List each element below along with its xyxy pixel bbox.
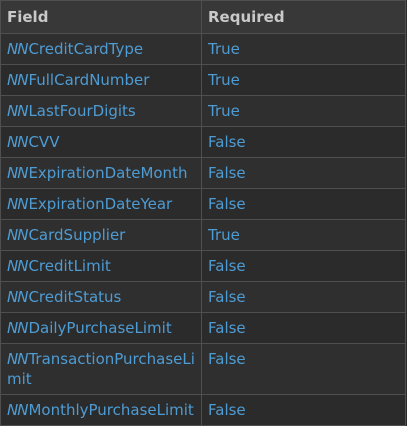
- required-value: False: [201, 343, 406, 395]
- field-cell: NNCreditLimit: [0, 250, 202, 282]
- table-row: NNCreditCardType True: [0, 33, 406, 65]
- field-cell: NNCreditCardType: [0, 33, 202, 65]
- header-required: Required: [201, 0, 406, 34]
- field-prefix: NN: [7, 257, 28, 275]
- required-value: True: [201, 95, 406, 127]
- table-row: NNCVV False: [0, 126, 406, 158]
- field-cell: NNExpirationDateMonth: [0, 157, 202, 189]
- table-row: NNCardSupplier True: [0, 219, 406, 251]
- field-cell: NNCardSupplier: [0, 219, 202, 251]
- field-prefix: NN: [7, 319, 28, 337]
- required-value: False: [201, 281, 406, 313]
- field-name: CreditLimit: [28, 257, 111, 275]
- field-prefix: NN: [7, 164, 28, 182]
- field-name: DailyPurchaseLimit: [28, 319, 172, 337]
- field-prefix: NN: [7, 133, 28, 151]
- required-value: False: [201, 250, 406, 282]
- field-cell: NNCreditStatus: [0, 281, 202, 313]
- required-value: True: [201, 33, 406, 65]
- required-value: False: [201, 312, 406, 344]
- field-prefix: NN: [7, 401, 28, 419]
- field-cell: NNFullCardNumber: [0, 64, 202, 96]
- table-row: NNCreditLimit False: [0, 250, 406, 282]
- required-value: False: [201, 126, 406, 158]
- required-value: False: [201, 394, 406, 426]
- field-name: MonthlyPurchaseLimit: [28, 401, 194, 419]
- field-name: CreditStatus: [28, 288, 122, 306]
- header-field: Field: [0, 0, 202, 34]
- field-prefix: NN: [7, 195, 28, 213]
- table-row: NNMonthlyPurchaseLimit False: [0, 394, 406, 426]
- field-cell: NNDailyPurchaseLimit: [0, 312, 202, 344]
- field-name: CVV: [28, 133, 60, 151]
- field-prefix: NN: [7, 350, 28, 368]
- field-name: ExpirationDateMonth: [28, 164, 188, 182]
- required-value: True: [201, 219, 406, 251]
- field-cell: NNMonthlyPurchaseLimit: [0, 394, 202, 426]
- table-row: NNExpirationDateMonth False: [0, 157, 406, 189]
- required-value: False: [201, 188, 406, 220]
- required-value: False: [201, 157, 406, 189]
- field-prefix: NN: [7, 288, 28, 306]
- field-name: CreditCardType: [28, 40, 144, 58]
- field-prefix: NN: [7, 40, 28, 58]
- field-name: FullCardNumber: [28, 71, 150, 89]
- table-row: NNLastFourDigits True: [0, 95, 406, 127]
- required-value: True: [201, 64, 406, 96]
- table-row: NNCreditStatus False: [0, 281, 406, 313]
- field-prefix: NN: [7, 71, 28, 89]
- field-cell: NNCVV: [0, 126, 202, 158]
- fields-table: Field Required NNCreditCardType True NNFul…: [0, 0, 406, 426]
- field-cell: NNTransactionPurchaseLimit: [0, 343, 202, 395]
- field-prefix: NN: [7, 102, 28, 120]
- field-cell: NNExpirationDateYear: [0, 188, 202, 220]
- field-name: TransactionPurchaseLimit: [7, 350, 195, 388]
- table-row: NNDailyPurchaseLimit False: [0, 312, 406, 344]
- header-row: Field Required: [0, 0, 406, 34]
- field-name: LastFourDigits: [28, 102, 136, 120]
- table-row: NNExpirationDateYear False: [0, 188, 406, 220]
- table-row: NNTransactionPurchaseLimit False: [0, 343, 406, 395]
- field-name: ExpirationDateYear: [28, 195, 173, 213]
- table-row: NNFullCardNumber True: [0, 64, 406, 96]
- field-cell: NNLastFourDigits: [0, 95, 202, 127]
- field-name: CardSupplier: [28, 226, 126, 244]
- field-prefix: NN: [7, 226, 28, 244]
